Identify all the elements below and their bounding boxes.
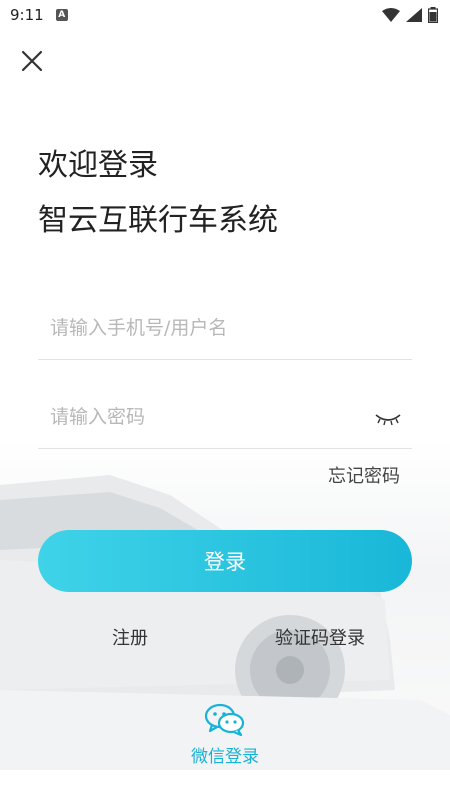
status-time: 9:11 [10, 6, 44, 24]
password-field-row [38, 389, 412, 449]
code-login-link[interactable]: 验证码登录 [275, 624, 365, 650]
eye-closed-icon[interactable] [374, 409, 402, 429]
notification-badge-icon: A [55, 9, 68, 21]
signal-icon [406, 8, 422, 22]
wechat-login-button[interactable]: 微信登录 [0, 702, 450, 767]
system-title: 智云互联行车系统 [38, 203, 278, 238]
wechat-icon [204, 703, 245, 736]
welcome-title: 欢迎登录 [38, 148, 158, 183]
close-icon [21, 50, 43, 72]
login-button[interactable]: 登录 [38, 530, 412, 592]
password-input[interactable] [38, 389, 370, 445]
forgot-password-link[interactable]: 忘记密码 [328, 462, 400, 488]
wechat-login-label: 微信登录 [191, 747, 259, 767]
status-bar: 9:11 A [0, 0, 450, 30]
battery-icon [428, 7, 438, 23]
username-field-row [38, 300, 412, 360]
wifi-icon [382, 8, 400, 22]
username-input[interactable] [38, 300, 370, 356]
register-link[interactable]: 注册 [112, 624, 148, 650]
close-button[interactable] [18, 47, 46, 75]
